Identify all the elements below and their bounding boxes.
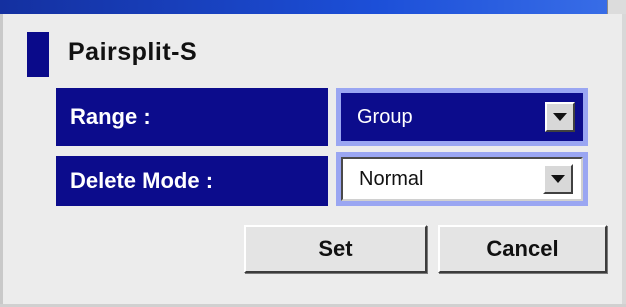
range-select[interactable]: Group — [336, 88, 588, 146]
chevron-down-icon — [553, 113, 567, 121]
delete-mode-dropdown-button[interactable] — [543, 164, 573, 194]
set-button[interactable]: Set — [244, 225, 427, 273]
title-bar-control[interactable] — [607, 0, 626, 14]
chevron-down-icon — [551, 175, 565, 183]
cancel-button[interactable]: Cancel — [438, 225, 607, 273]
delete-mode-select-value: Normal — [359, 167, 424, 190]
window-left-border — [0, 14, 3, 307]
range-label: Range : — [56, 88, 328, 146]
window-right-border — [622, 14, 626, 307]
title-bar — [0, 0, 626, 14]
delete-mode-select-box[interactable]: Normal — [341, 157, 583, 201]
delete-mode-select[interactable]: Normal — [336, 152, 588, 206]
pairsplit-dialog: Pairsplit-S Range : Group Delete Mode : … — [0, 0, 626, 307]
range-select-box[interactable]: Group — [341, 93, 583, 141]
section-title: Pairsplit-S — [68, 38, 198, 66]
range-dropdown-button[interactable] — [545, 102, 575, 132]
section-marker-icon — [27, 32, 49, 77]
delete-mode-label: Delete Mode : — [56, 156, 328, 206]
range-select-value: Group — [357, 105, 413, 128]
